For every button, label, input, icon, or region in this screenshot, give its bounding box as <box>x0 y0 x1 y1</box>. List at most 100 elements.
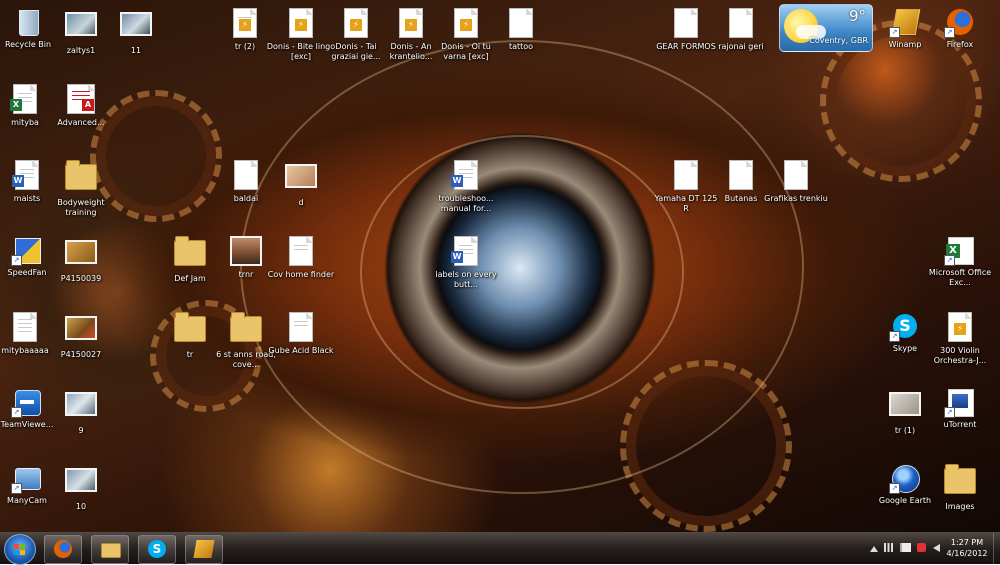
desktop-icon-cov-home-finder[interactable]: Cov home finder <box>266 234 336 280</box>
weather-gadget[interactable]: 9° Coventry, GBR <box>779 4 873 52</box>
folder-icon <box>65 160 97 196</box>
text-document-icon <box>780 160 812 192</box>
icon-label: 300 Violin Orchestra-J... <box>933 346 987 365</box>
recycle-bin-icon <box>12 6 44 38</box>
utorrent-icon: ↗ <box>944 386 976 418</box>
word-document-icon: W <box>450 236 482 268</box>
desktop-icon-advanced[interactable]: A Advanced... <box>46 82 116 128</box>
weather-location: Coventry, GBR <box>809 36 868 45</box>
desktop-icon-10[interactable]: 10 <box>46 462 116 512</box>
skype-icon: S ↗ <box>889 310 921 342</box>
shortcut-arrow-icon: ↗ <box>889 483 900 494</box>
desktop-icon-labels-on-every-button[interactable]: W labels on every butt... <box>431 234 501 290</box>
taskbar-clock[interactable]: 1:27 PM 4/16/2012 <box>942 537 992 559</box>
desktop-icon-d[interactable]: d <box>266 158 336 208</box>
taskbar-winamp-button[interactable] <box>185 535 223 564</box>
taskbar-skype-button[interactable]: S <box>138 535 176 564</box>
desktop-icon-troubleshoot-manual[interactable]: W troubleshoo... manual for... <box>431 158 501 214</box>
explorer-folder-icon <box>101 543 121 558</box>
taskbar: S 1:27 PM 4/16/2012 <box>0 532 1000 565</box>
icon-label: P4150039 <box>60 274 102 283</box>
winamp-media-file-icon: ⚡ <box>340 8 372 40</box>
clock-date: 4/16/2012 <box>946 549 988 558</box>
firefox-icon: ↗ <box>944 6 976 38</box>
text-document-icon <box>670 8 702 40</box>
icon-label: Cov home finder <box>267 270 335 279</box>
winamp-media-file-icon: ⚡ <box>450 8 482 40</box>
desktop-icon-9[interactable]: 9 <box>46 386 116 436</box>
text-document-icon <box>670 160 702 192</box>
icon-label: Gube Acid Black <box>268 346 334 355</box>
desktop-icon-tattoo[interactable]: tattoo <box>486 6 556 52</box>
icon-label: Bodyweight training <box>57 198 105 217</box>
desktop-icon-microsoft-office-excel[interactable]: X ↗ Microsoft Office Exc... <box>925 234 995 288</box>
photo-thumbnail-icon <box>65 12 97 44</box>
folder-icon <box>174 312 206 348</box>
word-document-icon: W <box>11 160 43 192</box>
desktop-icon-11[interactable]: 11 <box>101 6 171 56</box>
desktop-icon-grafikas-trenkiu[interactable]: Grafikas trenkiu <box>761 158 831 204</box>
icon-label: tattoo <box>508 42 534 51</box>
flag-icon[interactable] <box>899 543 911 552</box>
winamp-media-file-icon: ⚡ <box>285 8 317 40</box>
excel-document-icon: X <box>9 84 41 116</box>
speedfan-icon: ↗ <box>11 234 43 266</box>
icon-label: 9 <box>78 426 84 435</box>
icon-label: 11 <box>130 46 142 55</box>
icon-label: rajonai geri <box>718 42 764 51</box>
shortcut-arrow-icon: ↗ <box>944 255 955 266</box>
photo-thumbnail-icon <box>120 12 152 44</box>
icon-label: Images <box>945 502 975 511</box>
photo-thumbnail-icon <box>65 392 97 424</box>
network-signal-icon[interactable] <box>884 543 894 552</box>
text-document-icon <box>230 160 262 192</box>
shortcut-arrow-icon: ↗ <box>11 483 22 494</box>
icon-label: Grafikas trenkiu <box>764 194 828 203</box>
desktop-icon-images[interactable]: Images <box>925 462 995 512</box>
text-document-icon <box>285 312 317 344</box>
excel-icon: X ↗ <box>944 234 976 266</box>
desktop-icon-firefox[interactable]: ↗ Firefox <box>925 6 995 50</box>
photo-thumbnail-icon <box>65 316 97 348</box>
winamp-media-file-icon: ⚡ <box>229 8 261 40</box>
text-document-icon <box>725 8 757 40</box>
folder-icon <box>944 464 976 500</box>
desktop-icon-300-violin-orchestra[interactable]: ⚡ 300 Violin Orchestra-J... <box>925 310 995 366</box>
icon-label: Advanced... <box>57 118 105 127</box>
photo-thumbnail-icon <box>285 164 317 196</box>
show-hidden-icons-icon[interactable] <box>869 546 878 552</box>
system-tray <box>866 543 940 557</box>
icon-label: Firefox <box>946 40 974 49</box>
start-button[interactable] <box>4 534 36 565</box>
google-earth-icon: ↗ <box>889 462 921 494</box>
skype-icon: S <box>148 540 166 558</box>
icon-label: uTorrent <box>943 420 977 429</box>
desktop-icon-p4150039[interactable]: P4150039 <box>46 234 116 284</box>
desktop-icon-rajonai-geri[interactable]: rajonai geri <box>706 6 776 52</box>
photo-thumbnail-icon <box>230 236 262 268</box>
icon-label: 10 <box>75 502 87 511</box>
taskbar-explorer-button[interactable] <box>91 535 129 564</box>
winamp-icon <box>193 540 215 558</box>
winamp-media-file-icon: ⚡ <box>395 8 427 40</box>
icon-label: P4150027 <box>60 350 102 359</box>
clock-time: 1:27 PM <box>950 538 984 547</box>
desktop-icon-p4150027[interactable]: P4150027 <box>46 310 116 360</box>
winamp-media-file-icon: ⚡ <box>944 312 976 344</box>
shortcut-arrow-icon: ↗ <box>944 27 955 38</box>
power-icon[interactable] <box>917 543 927 552</box>
desktop-icon-utorrent[interactable]: ↗ uTorrent <box>925 386 995 430</box>
shortcut-arrow-icon: ↗ <box>944 407 955 418</box>
text-document-icon <box>9 312 41 344</box>
icon-label: troubleshoo... manual for... <box>438 194 494 213</box>
winamp-icon: ↗ <box>889 6 921 38</box>
taskbar-firefox-button[interactable] <box>44 535 82 564</box>
desktop-icon-gube-acid-black[interactable]: Gube Acid Black <box>266 310 336 356</box>
desktop-wallpaper: Recycle Bin X mityba W maists ↗ SpeedFan… <box>0 0 1000 532</box>
icon-label: Microsoft Office Exc... <box>928 268 992 287</box>
word-document-icon: W <box>450 160 482 192</box>
show-desktop-button[interactable] <box>993 533 1000 564</box>
desktop-icon-bodyweight-training[interactable]: Bodyweight training <box>46 158 116 218</box>
teamviewer-icon: ↗ <box>11 386 43 418</box>
volume-icon[interactable] <box>933 544 940 552</box>
